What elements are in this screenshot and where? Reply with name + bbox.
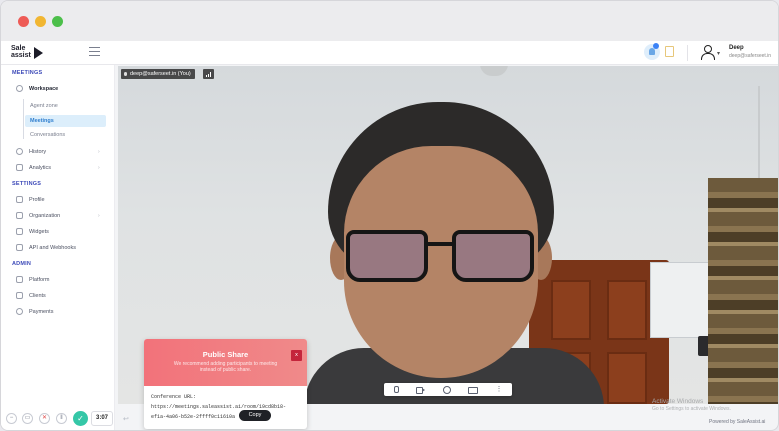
public-share-title: Public Share — [202, 350, 249, 359]
person-icon — [16, 85, 23, 92]
camera-icon[interactable] — [416, 386, 425, 394]
sidebar-item-label: Payments — [29, 308, 54, 315]
section-admin: ADMIN — [12, 261, 32, 267]
sidebar-item-meetings[interactable]: Meetings — [25, 115, 106, 127]
saleassist-logo[interactable]: Sale assist — [11, 45, 51, 59]
conference-url-label: Conference URL: — [151, 394, 197, 400]
header-divider — [687, 45, 688, 61]
participant-label: deep@saferseet.in (You) — [121, 69, 195, 79]
clock-icon — [16, 148, 23, 155]
signal-strength-icon — [203, 69, 214, 79]
sidebar: MEETINGS Workspace Agent zone Meetings C… — [1, 65, 115, 430]
sidebar-item-profile[interactable]: Profile — [16, 196, 45, 203]
user-avatar-icon[interactable] — [701, 44, 715, 60]
sidebar-item-label: Profile — [29, 196, 45, 203]
public-share-subtitle: We recommend adding participants to meet… — [173, 361, 278, 373]
section-meetings: MEETINGS — [12, 70, 43, 76]
call-timer: 3:07 — [91, 411, 113, 426]
sidebar-item-label: API and Webhooks — [29, 244, 76, 251]
call-back-icon[interactable]: ↩ — [123, 415, 129, 423]
close-icon[interactable]: x — [291, 350, 302, 361]
chevron-right-icon: › — [98, 212, 100, 219]
powered-by: Powered by SaleAssist.ai — [709, 419, 766, 425]
upload-icon[interactable] — [442, 386, 451, 394]
minimize-icon[interactable]: − — [6, 413, 17, 424]
decline-icon[interactable]: ✕ — [39, 413, 50, 424]
user-name: Deep — [729, 45, 744, 51]
chat-icon[interactable]: ▭ — [22, 413, 33, 424]
sidebar-item-label: Clients — [29, 292, 46, 299]
organization-icon[interactable] — [665, 46, 674, 57]
sidebar-item-label: Widgets — [29, 228, 49, 235]
submenu-line — [23, 99, 24, 139]
payments-icon — [16, 308, 23, 315]
sidebar-item-clients[interactable]: Clients — [16, 292, 46, 299]
public-share-header: Public Share We recommend adding partici… — [144, 339, 307, 386]
accept-check-icon[interactable]: ✓ — [73, 411, 88, 426]
sidebar-item-workspace[interactable]: Workspace — [16, 85, 58, 92]
close-window-button[interactable] — [18, 16, 29, 27]
logo-line1: Sale — [11, 45, 26, 52]
sidebar-item-label: Workspace — [29, 85, 59, 92]
chevron-right-icon: › — [98, 148, 100, 155]
sidebar-item-platform[interactable]: Platform — [16, 276, 49, 283]
sidebar-item-label: Analytics — [29, 164, 52, 171]
sidebar-item-payments[interactable]: Payments — [16, 308, 53, 315]
curtain — [708, 178, 778, 404]
maximize-window-button[interactable] — [52, 16, 63, 27]
sidebar-item-label: History — [29, 148, 47, 155]
person-glasses — [346, 230, 536, 284]
minimize-window-button[interactable] — [35, 16, 46, 27]
screen-share-icon[interactable] — [468, 386, 478, 394]
section-settings: SETTINGS — [12, 181, 42, 187]
sidebar-item-history[interactable]: History › — [16, 148, 100, 155]
more-options-icon[interactable]: ⋮ — [495, 386, 503, 393]
sidebar-item-agent-zone[interactable]: Agent zone — [30, 103, 58, 109]
sidebar-item-organization[interactable]: Organization › — [16, 212, 100, 219]
logo-arrow-icon — [34, 47, 43, 59]
chevron-right-icon: › — [98, 164, 100, 171]
sidebar-item-conversations[interactable]: Conversations — [30, 132, 65, 138]
app-header: Sale assist ▾ Deep deep@saferseet.in — [1, 41, 778, 65]
sidebar-item-widgets[interactable]: Widgets — [16, 228, 49, 235]
widgets-icon — [16, 228, 23, 235]
title-bar — [1, 1, 778, 41]
microphone-icon[interactable] — [391, 386, 399, 393]
api-icon — [16, 244, 23, 251]
logo-line2: assist — [11, 52, 31, 59]
clients-icon — [16, 292, 23, 299]
chart-icon — [16, 164, 23, 171]
sidebar-item-label: Organization — [29, 212, 61, 219]
windows-activation-watermark: Activate Windows — [652, 398, 704, 405]
building-icon — [16, 212, 23, 219]
pause-icon[interactable]: ǁ — [56, 413, 67, 424]
profile-icon — [16, 196, 23, 203]
notification-badge — [653, 43, 659, 49]
sidebar-item-analytics[interactable]: Analytics › — [16, 164, 100, 171]
sidebar-item-api-webhooks[interactable]: API and Webhooks — [16, 244, 76, 251]
user-email: deep@saferseet.in — [729, 53, 772, 59]
windows-activation-hint: Go to Settings to activate Windows. — [652, 406, 731, 412]
chevron-down-icon[interactable]: ▾ — [717, 50, 720, 57]
ceiling-lamp — [480, 66, 508, 76]
browser-window: Sale assist ▾ Deep deep@saferseet.in MEE… — [0, 0, 779, 431]
menu-toggle-icon[interactable] — [89, 47, 100, 56]
call-controls: ⋮ — [384, 383, 512, 396]
sidebar-item-label: Platform — [29, 276, 50, 283]
platform-icon — [16, 276, 23, 283]
